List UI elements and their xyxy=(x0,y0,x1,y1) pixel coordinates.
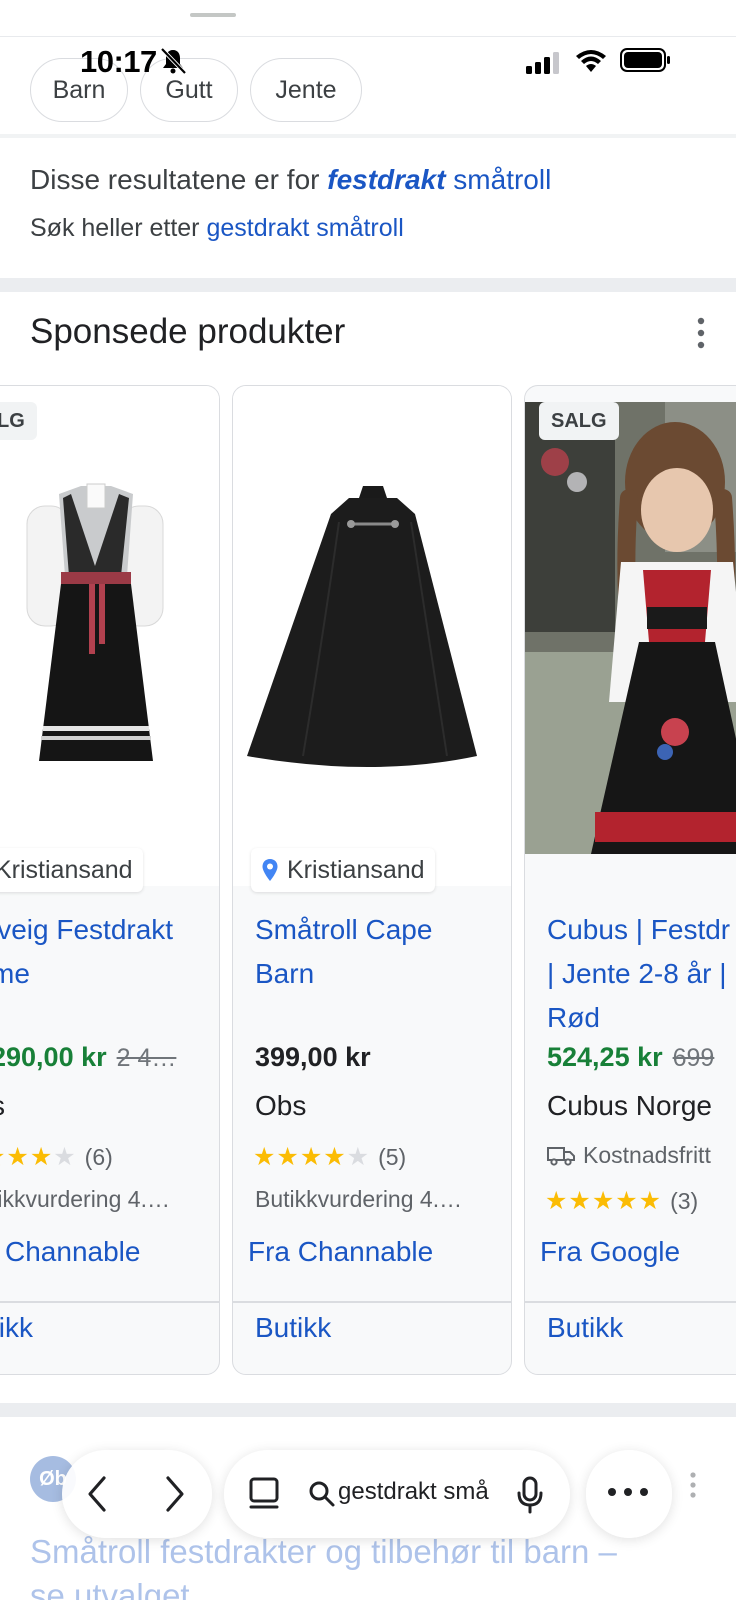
sale-price: 524,25 kr xyxy=(547,1042,663,1072)
wifi-icon xyxy=(576,50,606,72)
rating-stars: ★★★★★ xyxy=(253,1143,371,1171)
sale-price: 290,00 kr xyxy=(0,1042,107,1072)
old-price: 2 4… xyxy=(116,1044,177,1072)
product-card[interactable]: SALG Cubus | Festdr | Jente 2-8 år | Rød… xyxy=(524,385,736,1375)
shop-rating: tikkvurdering 4.… xyxy=(0,1186,170,1212)
search-icon xyxy=(309,1481,335,1507)
product-title-line: Cubus | Festdr xyxy=(547,914,731,945)
more-horizontal-icon[interactable] xyxy=(606,1484,650,1500)
product-title-line: Rød xyxy=(547,1002,600,1033)
truck-icon xyxy=(547,1146,575,1166)
result-menu-icon[interactable] xyxy=(686,1472,700,1498)
corrected-query-rest[interactable]: småtroll xyxy=(453,164,551,195)
price-row: 524,25 kr 699 xyxy=(547,1042,714,1073)
search-instead: Søk heller etter gestdrakt småtroll xyxy=(30,214,404,243)
more-options-icon[interactable] xyxy=(686,316,716,350)
location-text: Kristiansand xyxy=(287,855,425,884)
location-pin-icon xyxy=(262,859,278,881)
card-divider xyxy=(0,1301,219,1303)
battery-icon xyxy=(620,48,670,72)
product-title-line: Småtroll Cape xyxy=(255,914,433,945)
product-title-line: lveig Festdrakt xyxy=(0,914,174,945)
product-rating: ★★★★★ (3) xyxy=(545,1186,698,1216)
section-divider xyxy=(0,278,736,292)
card-divider xyxy=(233,1301,511,1303)
shop-button[interactable]: Butikk xyxy=(255,1312,331,1344)
price: 399,00 kr xyxy=(255,1042,371,1072)
result-title-link[interactable]: Småtroll festdrakter og tilbehør til bar… xyxy=(30,1530,617,1600)
shop-rating: Butikkvurdering 4.… xyxy=(255,1186,463,1212)
signal-icon xyxy=(526,52,559,74)
section-divider xyxy=(0,1403,736,1417)
location-badge: Kristiansand xyxy=(251,848,435,892)
sale-badge: SALG xyxy=(539,402,619,440)
rating-stars: ★★★★ xyxy=(0,1143,77,1171)
address-bar-query[interactable]: gestdrakt små xyxy=(338,1478,490,1506)
tabs-icon[interactable] xyxy=(248,1476,282,1512)
original-query-link[interactable]: gestdrakt småtroll xyxy=(206,214,403,242)
location-badge: Kristiansand xyxy=(0,848,143,892)
product-title-line: | Jente 2-8 år | xyxy=(547,958,727,989)
product-image xyxy=(233,386,511,886)
result-title-line: se utvalget xyxy=(30,1577,190,1600)
review-count: (3) xyxy=(670,1187,699,1214)
product-rating: ★★★★★ (5) xyxy=(253,1142,406,1172)
status-bar: 10:17 xyxy=(0,36,736,86)
spelling-correction: Disse resultatene er for festdrakt småtr… xyxy=(30,164,551,196)
sale-badge: LG xyxy=(0,402,37,440)
product-title: Småtroll Cape Barn xyxy=(255,908,511,996)
product-image xyxy=(0,386,219,886)
merchant-name: Cubus Norge xyxy=(547,1090,712,1121)
product-title: Cubus | Festdr | Jente 2-8 år | Rød xyxy=(547,908,736,1040)
section-divider xyxy=(0,134,736,138)
shop-button[interactable]: tikk xyxy=(0,1312,33,1344)
location-text: Kristiansand xyxy=(0,855,133,884)
status-time: 10:17 xyxy=(80,44,157,79)
product-title-line: me xyxy=(0,958,30,989)
ad-source[interactable]: Fra Channable xyxy=(248,1236,433,1268)
product-title: lveig Festdrakt me xyxy=(0,908,219,996)
review-count: (5) xyxy=(378,1143,407,1170)
sheet-drag-handle[interactable] xyxy=(190,13,236,17)
review-count: (6) xyxy=(84,1143,113,1170)
ad-source[interactable]: Fra Google xyxy=(540,1236,680,1268)
forward-icon[interactable] xyxy=(160,1474,190,1514)
microphone-icon[interactable] xyxy=(516,1476,544,1514)
merchant-name: Obs xyxy=(255,1090,307,1121)
product-rating: ★★★★ (6) xyxy=(0,1142,113,1172)
shop-button[interactable]: Butikk xyxy=(547,1312,623,1344)
back-icon[interactable] xyxy=(82,1474,112,1514)
search-instead-prefix: Søk heller etter xyxy=(30,214,200,242)
price-row: 399,00 kr xyxy=(255,1042,371,1073)
spelling-prefix: Disse resultatene er for xyxy=(30,164,320,195)
sponsored-products-title: Sponsede produkter xyxy=(30,312,346,351)
rating-stars: ★★★★★ xyxy=(545,1187,663,1215)
corrected-query-emphasis[interactable]: festdrakt xyxy=(327,164,445,195)
old-price: 699 xyxy=(672,1044,715,1072)
product-title-line: Barn xyxy=(255,958,315,989)
shipping-info: Kostnadsfritt xyxy=(547,1142,711,1169)
ad-source[interactable]: Channable xyxy=(5,1236,140,1268)
product-image xyxy=(525,402,736,854)
card-divider xyxy=(525,1301,736,1303)
product-card[interactable]: LG Kristiansand lveig Festdrakt me 290,0… xyxy=(0,385,220,1375)
search-results-page: Barn Gutt Jente 10:17 Disse resultatene … xyxy=(0,0,736,1600)
bell-muted-icon xyxy=(160,47,187,75)
product-card[interactable]: Kristiansand Småtroll Cape Barn 399,00 k… xyxy=(232,385,512,1375)
merchant-name: s xyxy=(0,1090,5,1122)
shipping-text: Kostnadsfritt xyxy=(583,1142,711,1168)
price-row: 290,00 kr 2 4… xyxy=(0,1042,176,1073)
